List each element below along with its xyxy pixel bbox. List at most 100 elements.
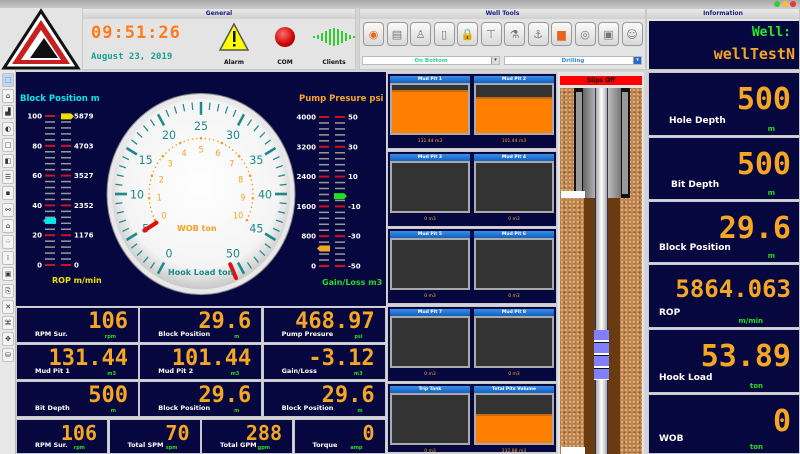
- toolbar-button-chart[interactable]: ▟: [2, 105, 14, 120]
- casing-shoe-tag: [561, 191, 585, 198]
- toolbar-button-window[interactable]: □: [2, 137, 14, 152]
- minimize-button[interactable]: [774, 1, 780, 7]
- toolbar-button-house[interactable]: ⌂: [2, 218, 14, 233]
- mud-pit-volume: 0 m3: [424, 371, 436, 377]
- wob-dial-tick: [152, 215, 155, 217]
- well-tool-button[interactable]: ◎: [574, 22, 596, 46]
- toolbar-button-move[interactable]: ✥: [2, 332, 14, 347]
- mud-pit[interactable]: Mud Pit 2 101.44 m3: [474, 76, 554, 144]
- dial-tick: [115, 202, 123, 205]
- clients-signal-icon[interactable]: [311, 27, 357, 47]
- hook-icon: ⚓: [533, 27, 543, 41]
- wob-dial-tick: [235, 152, 237, 154]
- toolbar-button-select[interactable]: ⬚: [2, 73, 14, 87]
- wob-dial-tick: [252, 192, 254, 195]
- toolbar-button-network[interactable]: ⌘: [2, 316, 14, 330]
- readout-label: Mud Pit 1: [35, 367, 70, 375]
- scale-tick-label: 2352: [74, 202, 94, 210]
- maximize-button[interactable]: [782, 1, 788, 7]
- wob-dial-tick: [251, 188, 254, 190]
- toolbar-button-rows[interactable]: ☰: [2, 170, 14, 185]
- hook-load-tick-label: 10: [130, 187, 144, 201]
- well-tool-button[interactable]: ▤: [386, 22, 408, 46]
- chevron-down-icon[interactable]: ▾: [633, 57, 641, 64]
- toolbar-button-home[interactable]: ⌂: [2, 89, 14, 104]
- mud-pit-name: Mud Pit 3: [390, 153, 470, 161]
- mud-pit[interactable]: Mud Pit 3 0 m3: [390, 153, 470, 222]
- toolbar-button-frame[interactable]: ▣: [2, 267, 14, 282]
- bit-status-dropdown[interactable]: On Bottom ▾: [362, 56, 500, 65]
- well-tool-button[interactable]: ▣: [598, 22, 619, 46]
- mud-pit-name: Mud Pit 5: [390, 231, 470, 238]
- mud-pit[interactable]: Mud Pit 7 0 m3: [390, 308, 470, 377]
- info-readout-cell: 5864.063 ROP m/min: [648, 264, 800, 328]
- well-tool-button[interactable]: ♙: [410, 22, 431, 46]
- readout-value: 106: [88, 309, 128, 334]
- left-toolbar: ⬚ ⌂ ▟ ◐ □ ◧ ☰ ▪ ⚯ ⌂ ⁘ ⁞ ▣ ⎘ ✕ ⌘ ✥ ⛁: [0, 70, 16, 454]
- general-title: General: [83, 9, 355, 19]
- toolbar-button-link[interactable]: ⚯: [2, 202, 14, 217]
- toolbar-button-grid[interactable]: ⁞: [2, 251, 14, 266]
- info-readout-value: 0: [772, 404, 791, 439]
- com-status-icon[interactable]: [275, 27, 295, 47]
- info-readout-unit: m: [767, 252, 775, 260]
- window-title-bar: [0, 0, 800, 8]
- toolbar-button-split[interactable]: ◧: [2, 154, 14, 168]
- hook-load-tick-label: 45: [249, 221, 263, 235]
- scale-tick-label: 4000: [297, 114, 317, 122]
- dial-tick: [279, 183, 287, 186]
- hook-load-tick-label: 25: [194, 118, 208, 132]
- mud-pit[interactable]: Mud Pit 1 131.44 m3: [390, 76, 470, 144]
- well-tool-button[interactable]: ⊤: [480, 22, 502, 46]
- info-readout-unit: m: [767, 125, 775, 133]
- clients-label: Clients: [322, 59, 346, 66]
- activity-value: Drilling: [561, 58, 585, 64]
- chevron-down-icon[interactable]: ▾: [491, 57, 499, 64]
- database-icon: ⛁: [5, 351, 11, 360]
- close-button[interactable]: [790, 1, 796, 7]
- hook-load-tick-label: 30: [226, 128, 240, 142]
- well-tool-button[interactable]: ☺: [621, 22, 643, 46]
- scale-tick-label: 2400: [297, 173, 317, 181]
- toolbar-button-tools[interactable]: ✕: [2, 299, 14, 314]
- mud-pit[interactable]: Mud Pit 5 0 m3: [390, 231, 470, 299]
- alarm-warning-icon[interactable]: [218, 22, 250, 52]
- mud-pit[interactable]: Trip Tank 0 m3: [390, 386, 470, 454]
- toolbar-button-layers[interactable]: ⁘: [2, 235, 14, 249]
- scale-tick-label: -30: [348, 233, 361, 241]
- mud-pit[interactable]: Mud Pit 6 0 m3: [474, 231, 554, 299]
- microscope-icon: ⚗: [509, 27, 520, 41]
- wob-dial-tick: [241, 158, 243, 161]
- toolbar-button-export[interactable]: ⎘: [2, 283, 14, 298]
- wob-dial-tick: [195, 137, 198, 140]
- wob-dial-tick: [156, 162, 159, 165]
- export-icon: ⎘: [5, 286, 11, 295]
- mud-pit[interactable]: Mud Pit 8 0 m3: [474, 308, 554, 377]
- well-tool-button[interactable]: ▯: [433, 22, 455, 46]
- wob-dial-tick: [224, 144, 227, 146]
- readout-label: Total SPM: [127, 441, 164, 449]
- scale-tick-label: 0: [74, 262, 79, 270]
- hook-load-tick-label: 20: [162, 128, 176, 142]
- readout-unit: m: [357, 408, 363, 414]
- scale-tick-label: 1600: [297, 203, 317, 211]
- toolbar-button-zoom[interactable]: ▪: [2, 186, 14, 201]
- well-tool-button[interactable]: ▆: [551, 22, 572, 46]
- readout-cell: 131.44 Mud Pit 1 m3: [16, 344, 139, 380]
- wob-dial-tick: [232, 149, 234, 151]
- readout-value: 106: [60, 421, 97, 445]
- mud-pit[interactable]: Total Pits Volume 232.88 m3: [474, 386, 554, 454]
- scale-tick-label: 20: [32, 232, 42, 240]
- readout-cell: 0 Torque amp: [293, 419, 386, 454]
- well-tool-button[interactable]: ◉: [363, 22, 384, 46]
- well-tool-button[interactable]: 🔒: [457, 22, 478, 46]
- scale-tick-label: -50: [348, 263, 361, 271]
- toolbar-button-database[interactable]: ⛁: [2, 348, 14, 363]
- well-tool-button[interactable]: ⚓: [527, 22, 549, 46]
- toolbar-button-pie[interactable]: ◐: [2, 121, 14, 136]
- activity-dropdown[interactable]: Drilling ▾: [504, 56, 642, 65]
- wob-dial-tick: [245, 218, 249, 222]
- mud-pit[interactable]: Mud Pit 4 0 m3: [474, 153, 554, 222]
- wob-dial-tick: [245, 166, 248, 169]
- well-tool-button[interactable]: ⚗: [504, 22, 525, 46]
